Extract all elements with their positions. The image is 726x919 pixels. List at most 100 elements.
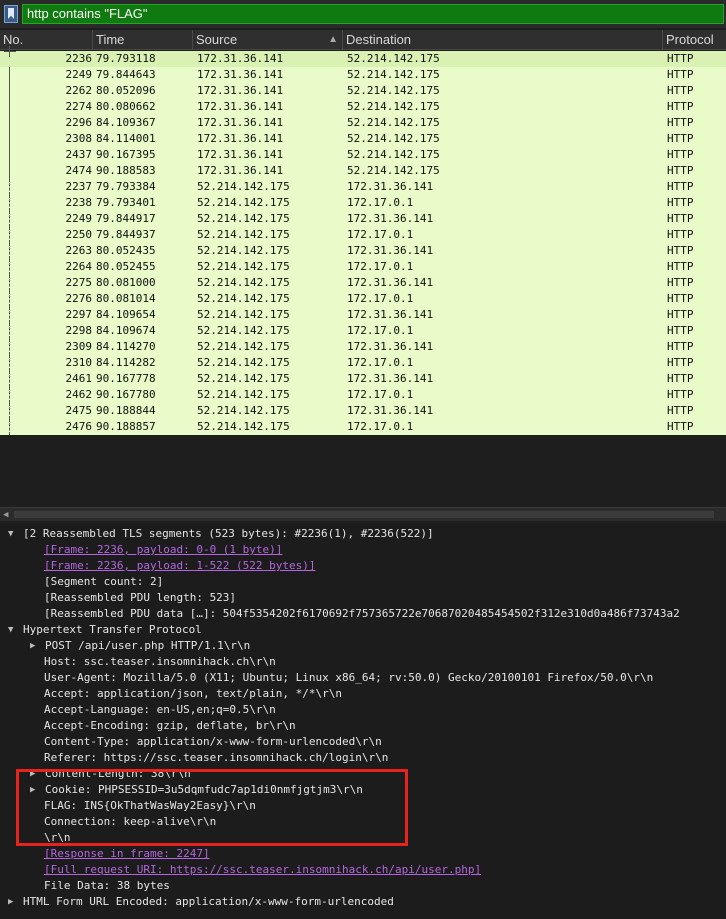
packet-row[interactable]: 2238 79.793401 52.214.142.175 172.17.0.1 HTT… xyxy=(0,195,726,211)
packet-destination: 52.214.142.175 xyxy=(347,164,440,177)
detail-line[interactable]: Host: ssc.teaser.insomnihack.ch\r\n xyxy=(44,654,276,670)
packet-row[interactable]: 2264 80.052455 52.214.142.175 172.17.0.1 HTT… xyxy=(0,259,726,275)
packet-protocol: HTTP xyxy=(667,308,694,321)
display-filter-input[interactable]: http contains "FLAG" xyxy=(22,4,724,24)
bookmark-icon[interactable] xyxy=(4,5,18,23)
packet-row[interactable]: 2297 84.109654 52.214.142.175 172.31.36.141… xyxy=(0,307,726,323)
column-header-destination[interactable]: Destination xyxy=(343,30,663,50)
packet-row[interactable]: 2475 90.188844 52.214.142.175 172.31.36.141… xyxy=(0,403,726,419)
collapsed-tree-arrow-icon[interactable]: ▶ xyxy=(8,894,18,910)
detail-line[interactable]: [2 Reassembled TLS segments (523 bytes):… xyxy=(23,526,434,542)
packet-source: 52.214.142.175 xyxy=(197,388,290,401)
expanded-tree-arrow-icon[interactable]: ▼ xyxy=(8,526,18,542)
packet-protocol: HTTP xyxy=(667,68,694,81)
column-header-source-label: Source xyxy=(196,32,238,47)
packet-row[interactable]: 2462 90.167780 52.214.142.175 172.17.0.1 HTT… xyxy=(0,387,726,403)
packet-source: 52.214.142.175 xyxy=(197,420,290,433)
packet-row[interactable]: 2276 80.081014 52.214.142.175 172.17.0.1 HTT… xyxy=(0,291,726,307)
packet-time: 84.109654 xyxy=(96,308,156,321)
packet-source: 52.214.142.175 xyxy=(197,292,290,305)
detail-line[interactable]: Accept-Language: en-US,en;q=0.5\r\n xyxy=(44,702,276,718)
packet-number: 2474 xyxy=(65,164,93,177)
column-header-time[interactable]: Time xyxy=(93,30,193,50)
packet-row[interactable]: 2476 90.188857 52.214.142.175 172.17.0.1 HTT… xyxy=(0,419,726,435)
packet-destination: 172.31.36.141 xyxy=(347,404,434,417)
packet-row[interactable]: 2263 80.052435 52.214.142.175 172.31.36.141… xyxy=(0,243,726,259)
packet-row[interactable]: 2262 80.052096 172.31.36.141 52.214.142.175… xyxy=(0,83,726,99)
packet-destination: 52.214.142.175 xyxy=(347,100,440,113)
packet-time: 79.844937 xyxy=(96,228,156,241)
packet-row[interactable]: 2296 84.109367 172.31.36.141 52.214.142.175… xyxy=(0,115,726,131)
packet-row[interactable]: 2309 84.114270 52.214.142.175 172.31.36.141… xyxy=(0,339,726,355)
detail-line[interactable]: [Reassembled PDU length: 523] xyxy=(44,590,236,606)
packet-number: 2308 xyxy=(65,132,93,145)
packet-time: 90.188857 xyxy=(96,420,156,433)
packet-source: 172.31.36.141 xyxy=(197,132,284,145)
detail-line[interactable]: Accept-Encoding: gzip, deflate, br\r\n xyxy=(44,718,296,734)
detail-link[interactable]: [Frame: 2236, payload: 0-0 (1 byte)] xyxy=(44,542,282,558)
packet-row[interactable]: 2310 84.114282 52.214.142.175 172.17.0.1 HTT… xyxy=(0,355,726,371)
detail-link[interactable]: [Frame: 2236, payload: 1-522 (522 bytes)… xyxy=(44,558,316,574)
packet-protocol: HTTP xyxy=(667,228,694,241)
packet-destination: 172.31.36.141 xyxy=(347,308,434,321)
detail-link[interactable]: [Full request URI: https://ssc.teaser.in… xyxy=(44,862,481,878)
packet-number: 2476 xyxy=(65,420,93,433)
packet-row[interactable]: 2249 79.844643 172.31.36.141 52.214.142.175… xyxy=(0,67,726,83)
packet-row[interactable]: 2437 90.167395 172.31.36.141 52.214.142.175… xyxy=(0,147,726,163)
packet-number: 2249 xyxy=(65,212,93,225)
packet-number: 2475 xyxy=(65,404,93,417)
column-header-no[interactable]: No. xyxy=(0,30,93,50)
packet-source: 52.214.142.175 xyxy=(197,372,290,385)
packet-destination: 172.17.0.1 xyxy=(347,228,414,241)
packet-protocol: HTTP xyxy=(667,356,694,369)
detail-line[interactable]: File Data: 38 bytes xyxy=(44,878,170,894)
packet-list-horizontal-scrollbar[interactable]: ◀ xyxy=(0,507,726,521)
packet-protocol: HTTP xyxy=(667,420,694,433)
packet-row[interactable]: 2275 80.081000 52.214.142.175 172.31.36.141… xyxy=(0,275,726,291)
packet-number: 2461 xyxy=(65,372,93,385)
packet-list-header: No. Time Source ▲ Destination Protocol xyxy=(0,30,726,50)
packet-time: 90.167778 xyxy=(96,372,156,385)
detail-line[interactable]: POST /api/user.php HTTP/1.1\r\n xyxy=(45,638,250,654)
packet-row[interactable]: 2236 79.793118 172.31.36.141 52.214.142.175… xyxy=(0,46,726,67)
packet-time: 90.167780 xyxy=(96,388,156,401)
packet-source: 52.214.142.175 xyxy=(197,244,290,257)
packet-protocol: HTTP xyxy=(667,100,694,113)
packet-source: 52.214.142.175 xyxy=(197,404,290,417)
packet-row[interactable]: 2308 84.114001 172.31.36.141 52.214.142.175… xyxy=(0,131,726,147)
packet-source: 172.31.36.141 xyxy=(197,68,284,81)
packet-number: 2236 xyxy=(65,52,93,65)
scrollbar-thumb[interactable] xyxy=(14,511,714,518)
packet-row[interactable]: 2461 90.167778 52.214.142.175 172.31.36.141… xyxy=(0,371,726,387)
detail-line[interactable]: [Segment count: 2] xyxy=(44,574,163,590)
packet-protocol: HTTP xyxy=(667,196,694,209)
packet-source: 172.31.36.141 xyxy=(197,84,284,97)
detail-line[interactable]: HTML Form URL Encoded: application/x-www… xyxy=(23,894,394,910)
detail-line[interactable]: Accept: application/json, text/plain, */… xyxy=(44,686,342,702)
column-header-protocol[interactable]: Protocol xyxy=(663,30,726,50)
packet-protocol: HTTP xyxy=(667,52,694,65)
detail-line[interactable]: User-Agent: Mozilla/5.0 (X11; Ubuntu; Li… xyxy=(44,670,653,686)
packet-destination: 52.214.142.175 xyxy=(347,132,440,145)
scroll-left-arrow-icon[interactable]: ◀ xyxy=(3,510,8,520)
packet-protocol: HTTP xyxy=(667,164,694,177)
packet-list: 2236 79.793118 172.31.36.141 52.214.142.175… xyxy=(0,46,726,435)
packet-row[interactable]: 2298 84.109674 52.214.142.175 172.17.0.1 HTT… xyxy=(0,323,726,339)
detail-line[interactable]: Hypertext Transfer Protocol xyxy=(23,622,202,638)
packet-row[interactable]: 2237 79.793384 52.214.142.175 172.31.36.141… xyxy=(0,179,726,195)
detail-line[interactable]: Referer: https://ssc.teaser.insomnihack.… xyxy=(44,750,388,766)
packet-list-empty-area xyxy=(0,435,726,507)
detail-line[interactable]: Content-Type: application/x-www-form-url… xyxy=(44,734,382,750)
packet-number: 2262 xyxy=(65,84,93,97)
detail-line[interactable]: [Reassembled PDU data […]: 504f5354202f6… xyxy=(44,606,680,622)
packet-row[interactable]: 2249 79.844917 52.214.142.175 172.31.36.141… xyxy=(0,211,726,227)
packet-time: 80.052435 xyxy=(96,244,156,257)
detail-link[interactable]: [Response in frame: 2247] xyxy=(44,846,210,862)
packet-row[interactable]: 2474 90.188583 172.31.36.141 52.214.142.175… xyxy=(0,163,726,179)
packet-row[interactable]: 2274 80.080662 172.31.36.141 52.214.142.175… xyxy=(0,99,726,115)
packet-time: 80.081000 xyxy=(96,276,156,289)
packet-row[interactable]: 2250 79.844937 52.214.142.175 172.17.0.1 HTT… xyxy=(0,227,726,243)
column-header-source[interactable]: Source ▲ xyxy=(193,30,343,50)
collapsed-tree-arrow-icon[interactable]: ▶ xyxy=(30,638,40,654)
expanded-tree-arrow-icon[interactable]: ▼ xyxy=(8,622,18,638)
